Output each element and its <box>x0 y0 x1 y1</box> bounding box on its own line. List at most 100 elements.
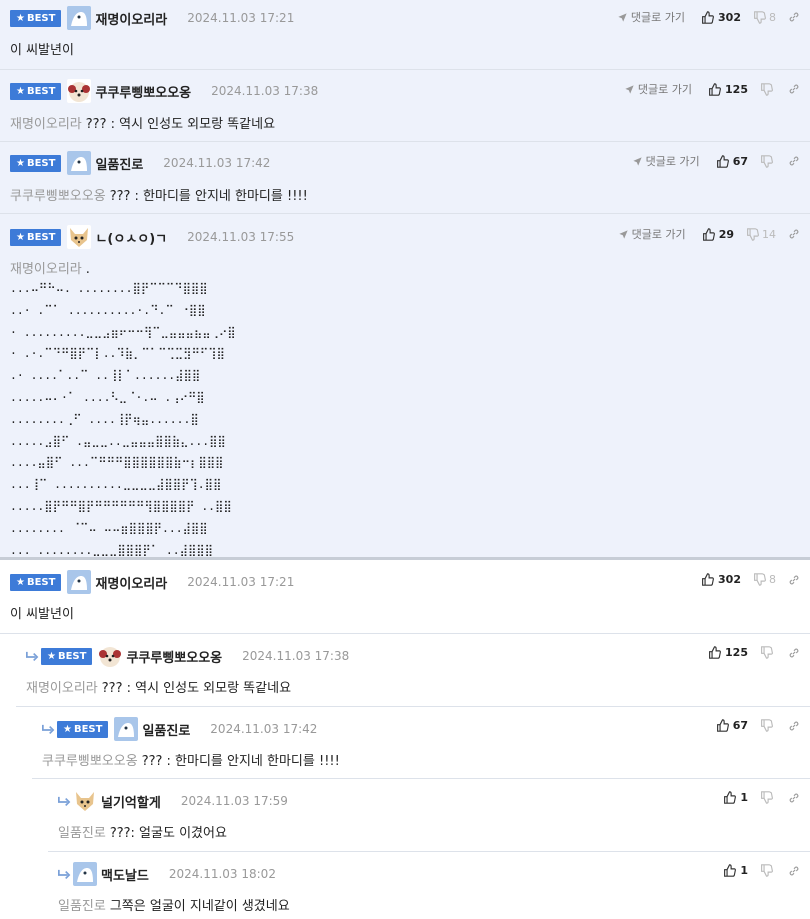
avatar[interactable] <box>67 6 92 30</box>
ascii-art: ...⠤⠛⠓⠤. ........⣿⡟⠉⠉⠉⠙⣿⣿⣿ ..· .⠉⠁ .....… <box>10 281 236 557</box>
nickname[interactable]: 맥도날드 <box>101 865 149 884</box>
thumbs-up-icon[interactable] <box>723 791 736 804</box>
reply-target[interactable]: 일품진로 <box>58 826 106 841</box>
link-icon[interactable] <box>788 83 800 95</box>
send-icon <box>618 229 629 240</box>
thumbs-up-icon[interactable] <box>708 83 721 96</box>
best-comment: ★ BEST 쿠쿠루삥뽀오오옹 2024.11.03 17:38 댓글로 가기 1… <box>0 70 810 142</box>
like-count: 1 <box>740 791 748 804</box>
reply-target[interactable]: 재명이오리라 <box>10 117 82 132</box>
send-icon <box>624 84 635 95</box>
goto-comment-link[interactable]: 댓글로 가기 <box>617 9 685 25</box>
thumbs-down-icon[interactable] <box>760 155 773 168</box>
reply-arrow-icon <box>41 724 55 736</box>
timestamp: 2024.11.03 18:02 <box>168 867 276 881</box>
nickname[interactable]: ㄴ(ㅇㅅㅇ)ㄱ <box>95 228 167 247</box>
star-icon: ★ <box>16 157 25 169</box>
nickname[interactable]: 재명이오리라 <box>95 9 167 28</box>
thumbs-down-icon[interactable] <box>760 864 773 877</box>
thumbs-down-icon[interactable] <box>753 573 766 586</box>
dislike-count: 8 <box>769 10 776 24</box>
thumbs-up-icon[interactable] <box>716 155 729 168</box>
best-badge: ★ BEST <box>10 9 62 27</box>
comment-text: 일품진로???: 얼굴도 이겼어요 <box>58 826 227 841</box>
nickname[interactable]: 재명이오리라 <box>95 573 167 592</box>
avatar[interactable] <box>67 570 92 594</box>
best-badge: ★ BEST <box>57 720 109 738</box>
link-icon[interactable] <box>788 11 800 23</box>
star-icon: ★ <box>16 231 25 243</box>
star-icon: ★ <box>47 650 56 662</box>
best-comments-section: ★ BEST 재명이오리라 2024.11.03 17:21 댓글로 가기 302… <box>0 0 810 557</box>
comment-text: 재명이오리라. <box>10 262 90 277</box>
thumbs-up-icon[interactable] <box>723 864 736 877</box>
like-count: 125 <box>725 82 748 96</box>
star-icon: ★ <box>16 12 25 24</box>
dislike-count: 8 <box>769 573 776 586</box>
thumbs-down-icon[interactable] <box>753 11 766 24</box>
goto-comment-link[interactable]: 댓글로 가기 <box>632 153 700 169</box>
timestamp: 2024.11.03 17:55 <box>187 230 295 244</box>
reply-target[interactable]: 쿠쿠루삥뽀오오옹 <box>10 189 106 204</box>
star-icon: ★ <box>63 723 72 735</box>
reply-target[interactable]: 재명이오리라 <box>10 262 82 277</box>
reply-target[interactable]: 일품진로 <box>58 899 106 914</box>
avatar[interactable] <box>67 151 92 175</box>
link-icon[interactable] <box>788 574 800 586</box>
nickname[interactable]: 일품진로 <box>95 154 143 173</box>
timestamp: 2024.11.03 17:21 <box>187 575 295 589</box>
best-badge: ★ BEST <box>10 82 62 100</box>
nickname[interactable]: 일품진로 <box>142 720 190 739</box>
like-count: 125 <box>725 646 748 659</box>
like-count: 67 <box>732 719 748 732</box>
comment-text: 일품진로 그쪽은 얼굴이 지네같이 생겼네요 <box>58 899 290 914</box>
comment-text: 이 씨발년이 <box>10 43 74 58</box>
avatar[interactable] <box>73 789 97 813</box>
goto-comment-link[interactable]: 댓글로 가기 <box>624 81 692 97</box>
timestamp: 2024.11.03 17:21 <box>187 11 295 25</box>
nickname[interactable]: 쿠쿠루삥뽀오오옹 <box>95 82 191 101</box>
best-badge: ★ BEST <box>10 573 62 591</box>
best-badge: ★ BEST <box>10 228 62 246</box>
link-icon[interactable] <box>788 865 800 877</box>
comment-text: 이 씨발년이 <box>10 607 74 622</box>
nickname[interactable]: 쿠쿠루삥뽀오오옹 <box>126 647 222 666</box>
thumbs-down-icon[interactable] <box>760 791 773 804</box>
link-icon[interactable] <box>788 792 800 804</box>
thumbs-down-icon[interactable] <box>760 83 773 96</box>
nickname[interactable]: 널기억할게 <box>101 792 161 811</box>
goto-comment-link[interactable]: 댓글로 가기 <box>618 226 686 242</box>
best-comment: ★ BEST ㄴ(ㅇㅅㅇ)ㄱ 2024.11.03 17:55 댓글로 가기 29… <box>0 214 810 557</box>
like-count: 1 <box>740 864 748 877</box>
like-count: 67 <box>732 154 748 168</box>
thumbs-up-icon[interactable] <box>701 573 714 586</box>
thumbs-up-icon[interactable] <box>708 646 721 659</box>
send-icon <box>632 156 643 167</box>
comment-text: 재명이오리라??? : 역시 인성도 외모랑 똑같네요 <box>26 681 292 696</box>
thumbs-down-icon[interactable] <box>760 646 773 659</box>
avatar[interactable] <box>114 717 139 741</box>
thumbs-up-icon[interactable] <box>702 228 715 241</box>
link-icon[interactable] <box>788 720 800 732</box>
link-icon[interactable] <box>788 647 800 659</box>
avatar[interactable] <box>67 225 92 249</box>
best-comment: ★ BEST 재명이오리라 2024.11.03 17:21 댓글로 가기 302… <box>0 0 810 70</box>
thumbs-down-icon[interactable] <box>746 228 759 241</box>
timestamp: 2024.11.03 17:38 <box>242 649 350 663</box>
link-icon[interactable] <box>788 155 800 167</box>
avatar[interactable] <box>67 79 92 103</box>
reply-comment: 맥도날드 2024.11.03 18:02 1 일품진로 그쪽은 얼굴이 지네같이… <box>48 852 810 919</box>
avatar[interactable] <box>98 644 123 668</box>
reply-arrow-icon <box>57 796 71 808</box>
reply-arrow-icon <box>57 869 71 881</box>
timestamp: 2024.11.03 17:42 <box>210 722 318 736</box>
reply-target[interactable]: 재명이오리라 <box>26 681 98 696</box>
star-icon: ★ <box>16 576 25 588</box>
thumbs-down-icon[interactable] <box>760 719 773 732</box>
reply-comment: ★ BEST 쿠쿠루삥뽀오오옹 2024.11.03 17:38 125 재명이오… <box>16 634 810 707</box>
thumbs-up-icon[interactable] <box>701 11 714 24</box>
link-icon[interactable] <box>788 228 800 240</box>
avatar[interactable] <box>73 862 97 886</box>
reply-target[interactable]: 쿠쿠루삥뽀오오옹 <box>42 754 138 769</box>
thumbs-up-icon[interactable] <box>716 719 729 732</box>
